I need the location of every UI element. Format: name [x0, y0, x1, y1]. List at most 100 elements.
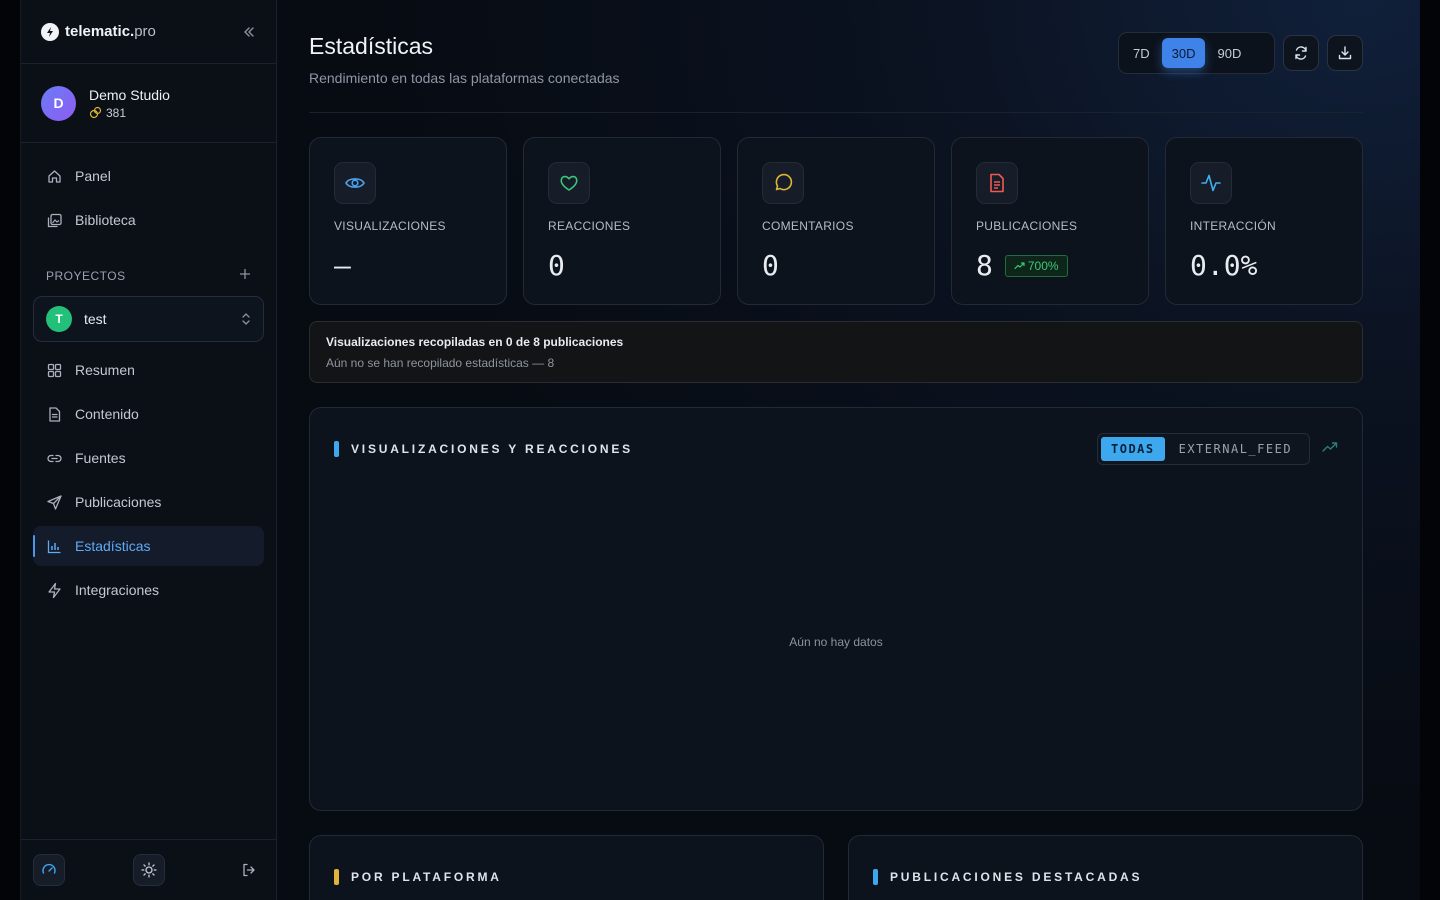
app-root: telematic. pro D Demo Studio 381 Panel B… — [0, 0, 1440, 900]
nav-item-label: Integraciones — [75, 582, 160, 598]
heart-icon — [560, 175, 578, 191]
bar-chart-icon — [47, 540, 61, 553]
stat-value: 0 — [548, 249, 696, 282]
nav-item-fuentes[interactable]: Fuentes — [33, 438, 264, 478]
accent-bar — [334, 869, 339, 885]
collapse-sidebar-button[interactable] — [242, 25, 256, 39]
nav-item-estadisticas[interactable]: Estadísticas — [33, 526, 264, 566]
project-selected: T test — [46, 306, 107, 332]
filter-external-feed-button[interactable]: EXTERNAL_FEED — [1169, 437, 1302, 461]
layout-grid-icon — [47, 363, 62, 377]
nav-item-resumen[interactable]: Resumen — [33, 350, 264, 390]
stat-value-text: 0 — [762, 249, 779, 282]
coins-icon — [89, 106, 102, 119]
stat-value-text: 8 — [976, 249, 993, 282]
eye-icon — [345, 178, 365, 188]
credits-value: 381 — [106, 105, 127, 120]
page-header: Estadísticas Rendimiento en todas las pl… — [309, 33, 620, 86]
card-heading: POR PLATAFORMA — [334, 869, 502, 885]
page-subtitle: Rendimiento en todas las plataformas con… — [309, 70, 620, 86]
message-circle-icon — [775, 173, 793, 191]
empty-state-text: Aún no hay datos — [789, 635, 883, 649]
nav-item-publicaciones[interactable]: Publicaciones — [33, 482, 264, 522]
stat-label: PUBLICACIONES — [976, 219, 1078, 233]
stat-icon-box — [976, 162, 1018, 204]
page-title: Estadísticas — [309, 33, 433, 59]
header-divider — [309, 112, 1363, 113]
accent-bar — [334, 441, 339, 457]
trend-toggle-button[interactable] — [1322, 440, 1338, 458]
stat-card-views: VISUALIZACIONES — — [309, 137, 507, 305]
gauge-icon — [42, 863, 56, 874]
add-project-button[interactable] — [239, 267, 251, 285]
projects-label: PROYECTOS — [46, 269, 126, 283]
range-90d-button[interactable]: 90D — [1207, 38, 1251, 68]
sidebar-footer — [21, 839, 277, 900]
stat-label: VISUALIZACIONES — [334, 219, 446, 233]
stat-value: 8 700% — [976, 249, 1124, 282]
nav-item-biblioteca[interactable]: Biblioteca — [33, 200, 264, 240]
account-panel[interactable]: D Demo Studio 381 — [21, 64, 276, 143]
stat-card-posts: PUBLICACIONES 8 700% — [951, 137, 1149, 305]
nav-item-label: Panel — [75, 168, 111, 184]
stat-label: COMENTARIOS — [762, 219, 854, 233]
trending-up-icon — [1322, 442, 1338, 452]
trending-up-icon — [1014, 262, 1025, 270]
nav-item-panel[interactable]: Panel — [33, 156, 264, 196]
nav-item-contenido[interactable]: Contenido — [33, 394, 264, 434]
stat-icon-box — [762, 162, 804, 204]
zap-icon — [48, 582, 61, 598]
stat-value-text: — — [334, 249, 351, 282]
stat-label: INTERACCIÓN — [1190, 219, 1276, 233]
plus-icon — [240, 269, 250, 279]
account-name: Demo Studio — [89, 86, 170, 103]
notice-title: Visualizaciones recopiladas en 0 de 8 pu… — [326, 335, 624, 349]
download-icon — [1338, 46, 1352, 60]
activity-icon — [1201, 174, 1221, 192]
projects-section-header: PROYECTOS — [21, 266, 276, 286]
nav-item-label: Publicaciones — [75, 494, 162, 510]
card-title: POR PLATAFORMA — [351, 870, 502, 884]
top-posts-card: PUBLICACIONES DESTACADAS — [848, 835, 1363, 900]
gauge-button[interactable] — [33, 854, 65, 886]
stat-icon-box — [334, 162, 376, 204]
theme-toggle-button[interactable] — [133, 854, 165, 886]
views-reactions-chart-card: VISUALIZACIONES Y REACCIONES TODAS EXTER… — [309, 407, 1363, 811]
logout-button[interactable] — [233, 854, 265, 886]
sun-icon — [141, 862, 157, 878]
account-credits: 381 — [89, 106, 170, 120]
refresh-button[interactable] — [1283, 35, 1319, 71]
stat-value-text: 0.0% — [1190, 249, 1258, 282]
right-gutter — [1420, 0, 1440, 900]
date-range-selector: 7D 30D 90D — [1118, 32, 1275, 74]
project-selector[interactable]: T test — [33, 296, 264, 342]
notice-subtitle: Aún no se han recopilado estadísticas — … — [326, 356, 555, 370]
main-content: Estadísticas Rendimiento en todas las pl… — [277, 0, 1420, 900]
filter-all-button[interactable]: TODAS — [1101, 437, 1165, 461]
account-info: Demo Studio 381 — [89, 87, 170, 120]
left-gutter — [0, 0, 20, 900]
growth-badge-value: 700% — [1027, 258, 1059, 273]
brand-logo[interactable]: telematic. pro — [41, 22, 156, 41]
sidebar: telematic. pro D Demo Studio 381 Panel B… — [20, 0, 277, 900]
download-button[interactable] — [1327, 35, 1363, 71]
avatar: D — [41, 85, 76, 121]
stat-card-comments: COMENTARIOS 0 — [737, 137, 935, 305]
nav-item-label: Biblioteca — [75, 212, 136, 228]
chevrons-left-icon — [244, 26, 254, 37]
stat-value: — — [334, 249, 482, 282]
card-heading: VISUALIZACIONES Y REACCIONES — [334, 441, 633, 457]
platform-filter: TODAS EXTERNAL_FEED — [1097, 433, 1310, 465]
stat-label: REACCIONES — [548, 219, 631, 233]
growth-badge: 700% — [1004, 254, 1068, 277]
file-text-icon — [990, 173, 1004, 193]
logo-text-light: pro — [134, 23, 156, 40]
nav-item-integraciones[interactable]: Integraciones — [33, 570, 264, 610]
logo-mark-icon — [41, 22, 59, 41]
range-7d-button[interactable]: 7D — [1123, 38, 1160, 68]
nav-item-label: Contenido — [75, 406, 139, 422]
card-title: PUBLICACIONES DESTACADAS — [890, 870, 1143, 884]
refresh-icon — [1295, 46, 1307, 60]
range-30d-button[interactable]: 30D — [1161, 38, 1206, 68]
log-out-icon — [243, 863, 255, 877]
